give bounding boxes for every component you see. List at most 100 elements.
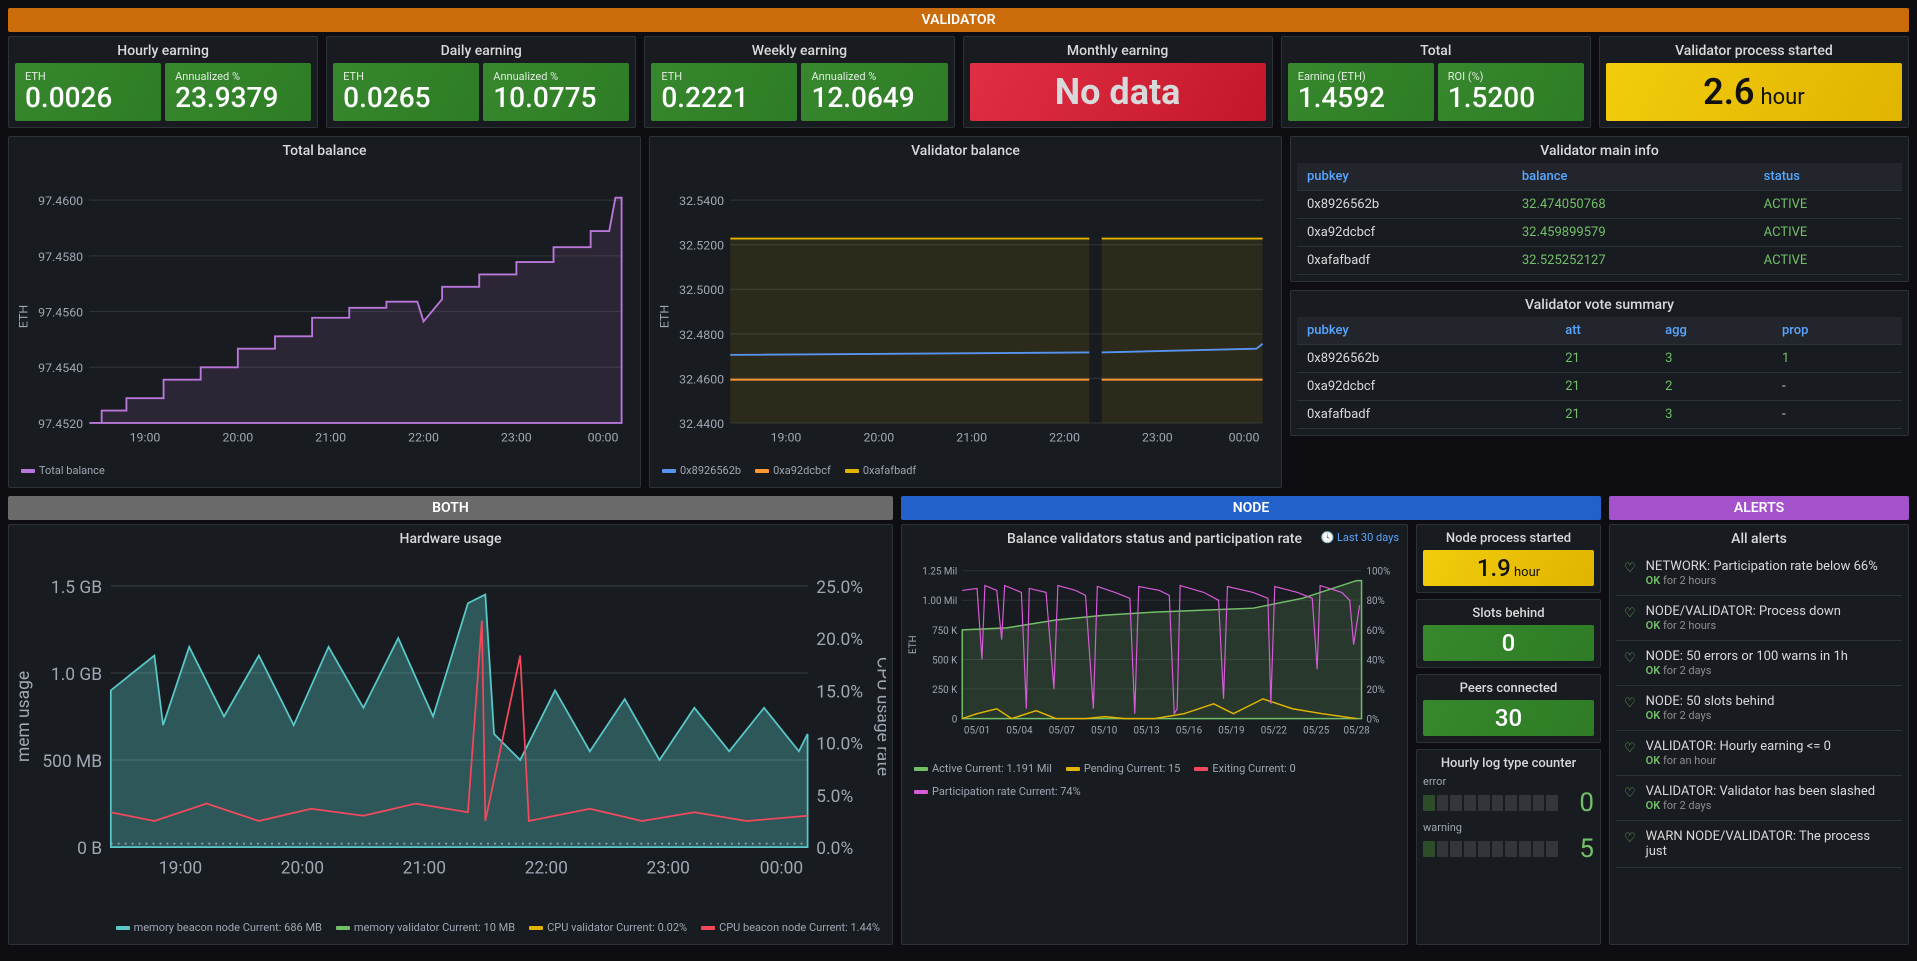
legend: memory beacon node Current: 686 MB memor… bbox=[15, 917, 886, 938]
panel-main-info[interactable]: Validator main info pubkey balance statu… bbox=[1290, 136, 1909, 282]
svg-text:05/04: 05/04 bbox=[1006, 726, 1033, 737]
panel-total[interactable]: Total Earning (ETH) 1.4592 ROI (%) 1.520… bbox=[1281, 36, 1591, 128]
svg-text:mem usage: mem usage bbox=[15, 671, 34, 762]
th-prop[interactable]: prop bbox=[1772, 317, 1902, 345]
svg-text:20.0%: 20.0% bbox=[816, 630, 863, 650]
svg-text:1.00 Mil: 1.00 Mil bbox=[922, 596, 957, 607]
alert-item[interactable]: ♡ NETWORK: Participation rate below 66% … bbox=[1616, 551, 1902, 596]
panel-vote-summary[interactable]: Validator vote summary pubkey att agg pr… bbox=[1290, 290, 1909, 436]
alert-item[interactable]: ♡ NODE: 50 slots behind OK for 2 days bbox=[1616, 686, 1902, 731]
svg-text:19:00: 19:00 bbox=[130, 432, 161, 446]
svg-text:80%: 80% bbox=[1366, 596, 1384, 607]
alert-item[interactable]: ♡ WARN NODE/VALIDATOR: The process just bbox=[1616, 821, 1902, 868]
chart-validator-balance: 32.4400 32.4600 32.4800 32.5000 32.5200 … bbox=[656, 163, 1275, 460]
table-row: 0x8926562b2131 bbox=[1297, 345, 1902, 373]
panel-title: Hourly earning bbox=[15, 43, 311, 59]
svg-text:40%: 40% bbox=[1366, 656, 1384, 667]
th-pubkey[interactable]: pubkey bbox=[1297, 317, 1555, 345]
stat-daily-ann: Annualized % 10.0775 bbox=[483, 63, 629, 121]
svg-text:1.25 Mil: 1.25 Mil bbox=[922, 567, 957, 578]
svg-text:21:00: 21:00 bbox=[403, 858, 446, 878]
svg-text:05/16: 05/16 bbox=[1176, 726, 1203, 737]
alert-list: ♡ NETWORK: Participation rate below 66% … bbox=[1616, 551, 1902, 868]
panel-peers-connected[interactable]: Peers connected 30 bbox=[1416, 674, 1601, 743]
panel-balance-status[interactable]: Balance validators status and participat… bbox=[901, 524, 1408, 945]
time-range-label[interactable]: 🕓 Last 30 days bbox=[1321, 531, 1399, 544]
stat-hourly-ann: Annualized % 23.9379 bbox=[165, 63, 311, 121]
stat-hourly-eth: ETH 0.0026 bbox=[15, 63, 161, 121]
alert-item[interactable]: ♡ NODE: 50 errors or 100 warns in 1h OK … bbox=[1616, 641, 1902, 686]
heart-icon: ♡ bbox=[1624, 741, 1636, 756]
panel-monthly-earning[interactable]: Monthly earning No data bbox=[963, 36, 1273, 128]
svg-text:ETH: ETH bbox=[908, 635, 919, 654]
svg-text:32.4600: 32.4600 bbox=[679, 373, 724, 387]
svg-text:1.5 GB: 1.5 GB bbox=[51, 578, 102, 598]
svg-text:22:00: 22:00 bbox=[525, 858, 568, 878]
panel-node-process[interactable]: Node process started 1.9 hour bbox=[1416, 524, 1601, 593]
panel-title: Validator vote summary bbox=[1297, 297, 1902, 313]
th-status[interactable]: status bbox=[1754, 163, 1902, 191]
panel-validator-balance[interactable]: Validator balance 32.4400 32.4600 32.480… bbox=[649, 136, 1282, 488]
th-balance[interactable]: balance bbox=[1512, 163, 1754, 191]
svg-text:21:00: 21:00 bbox=[315, 432, 346, 446]
alert-item[interactable]: ♡ VALIDATOR: Validator has been slashed … bbox=[1616, 776, 1902, 821]
panel-hardware-usage[interactable]: Hardware usage 0 B 500 MB 1.0 GB 1.5 GB … bbox=[8, 524, 893, 945]
section-alerts-header: ALERTS bbox=[1609, 496, 1909, 520]
panel-hourly-earning[interactable]: Hourly earning ETH 0.0026 Annualized % 2… bbox=[8, 36, 318, 128]
svg-text:97.4600: 97.4600 bbox=[38, 195, 83, 209]
panel-title: Validator main info bbox=[1297, 143, 1902, 159]
alert-title: WARN NODE/VALIDATOR: The process just bbox=[1646, 829, 1894, 859]
svg-text:750 K: 750 K bbox=[932, 626, 958, 637]
panel-slots-behind[interactable]: Slots behind 0 bbox=[1416, 599, 1601, 668]
panel-validator-process[interactable]: Validator process started 2.6 hour bbox=[1599, 36, 1909, 128]
svg-text:05/19: 05/19 bbox=[1218, 726, 1244, 737]
panel-weekly-earning[interactable]: Weekly earning ETH 0.2221 Annualized % 1… bbox=[644, 36, 954, 128]
stat-total-eth: Earning (ETH) 1.4592 bbox=[1288, 63, 1434, 121]
svg-text:ETH: ETH bbox=[658, 305, 672, 328]
table-vote-summary: pubkey att agg prop 0x8926562b2131 0xa92… bbox=[1297, 317, 1902, 429]
th-pubkey[interactable]: pubkey bbox=[1297, 163, 1512, 191]
svg-text:23:00: 23:00 bbox=[647, 858, 690, 878]
alert-item[interactable]: ♡ NODE/VALIDATOR: Process down OK for 2 … bbox=[1616, 596, 1902, 641]
stat-peers-connected: 30 bbox=[1423, 700, 1594, 736]
svg-text:97.4520: 97.4520 bbox=[38, 418, 83, 432]
svg-text:20%: 20% bbox=[1366, 685, 1384, 696]
alert-item[interactable]: ♡ VALIDATOR: Hourly earning <= 0 OK for … bbox=[1616, 731, 1902, 776]
svg-text:05/28: 05/28 bbox=[1344, 726, 1370, 737]
panel-total-balance[interactable]: Total balance 97.4520 97.4540 97.4560 97… bbox=[8, 136, 641, 488]
svg-text:00:00: 00:00 bbox=[588, 432, 619, 446]
heart-icon: ♡ bbox=[1624, 831, 1636, 846]
svg-text:23:00: 23:00 bbox=[1142, 432, 1173, 446]
stat-weekly-eth: ETH 0.2221 bbox=[651, 63, 797, 121]
svg-text:23:00: 23:00 bbox=[501, 432, 532, 446]
chart-hardware: 0 B 500 MB 1.0 GB 1.5 GB 0.0% 5.0% 10.0%… bbox=[15, 551, 886, 917]
svg-text:21:00: 21:00 bbox=[956, 432, 987, 446]
panel-log-counter[interactable]: Hourly log type counter error 0 warning … bbox=[1416, 749, 1601, 945]
svg-text:ETH: ETH bbox=[17, 305, 31, 328]
svg-text:00:00: 00:00 bbox=[760, 858, 803, 878]
th-att[interactable]: att bbox=[1555, 317, 1655, 345]
panel-alerts[interactable]: All alerts ♡ NETWORK: Participation rate… bbox=[1609, 524, 1909, 945]
chart-balance-status: 0 250 K 500 K 750 K 1.00 Mil 1.25 Mil 0%… bbox=[908, 551, 1401, 758]
panel-daily-earning[interactable]: Daily earning ETH 0.0265 Annualized % 10… bbox=[326, 36, 636, 128]
svg-text:97.4560: 97.4560 bbox=[38, 307, 83, 321]
heart-icon: ♡ bbox=[1624, 696, 1636, 711]
alert-title: NETWORK: Participation rate below 66% bbox=[1646, 559, 1878, 574]
svg-text:500 K: 500 K bbox=[932, 656, 958, 667]
th-agg[interactable]: agg bbox=[1655, 317, 1772, 345]
stat-monthly-nodata: No data bbox=[970, 63, 1266, 121]
svg-text:32.5000: 32.5000 bbox=[679, 284, 724, 298]
log-warning-row: warning 5 bbox=[1423, 821, 1594, 864]
svg-text:19:00: 19:00 bbox=[159, 858, 202, 878]
svg-text:05/10: 05/10 bbox=[1091, 726, 1117, 737]
svg-text:19:00: 19:00 bbox=[771, 432, 802, 446]
panel-title: Validator process started bbox=[1606, 43, 1902, 59]
svg-text:32.5400: 32.5400 bbox=[679, 195, 724, 209]
legend: Total balance bbox=[15, 460, 634, 481]
legend: 0x8926562b 0xa92dcbcf 0xafafbadf bbox=[656, 460, 1275, 481]
alert-status: OK for 2 days bbox=[1646, 799, 1875, 812]
svg-text:500 MB: 500 MB bbox=[42, 752, 102, 772]
svg-text:20:00: 20:00 bbox=[863, 432, 894, 446]
panel-title: All alerts bbox=[1616, 531, 1902, 547]
heart-icon: ♡ bbox=[1624, 786, 1636, 801]
